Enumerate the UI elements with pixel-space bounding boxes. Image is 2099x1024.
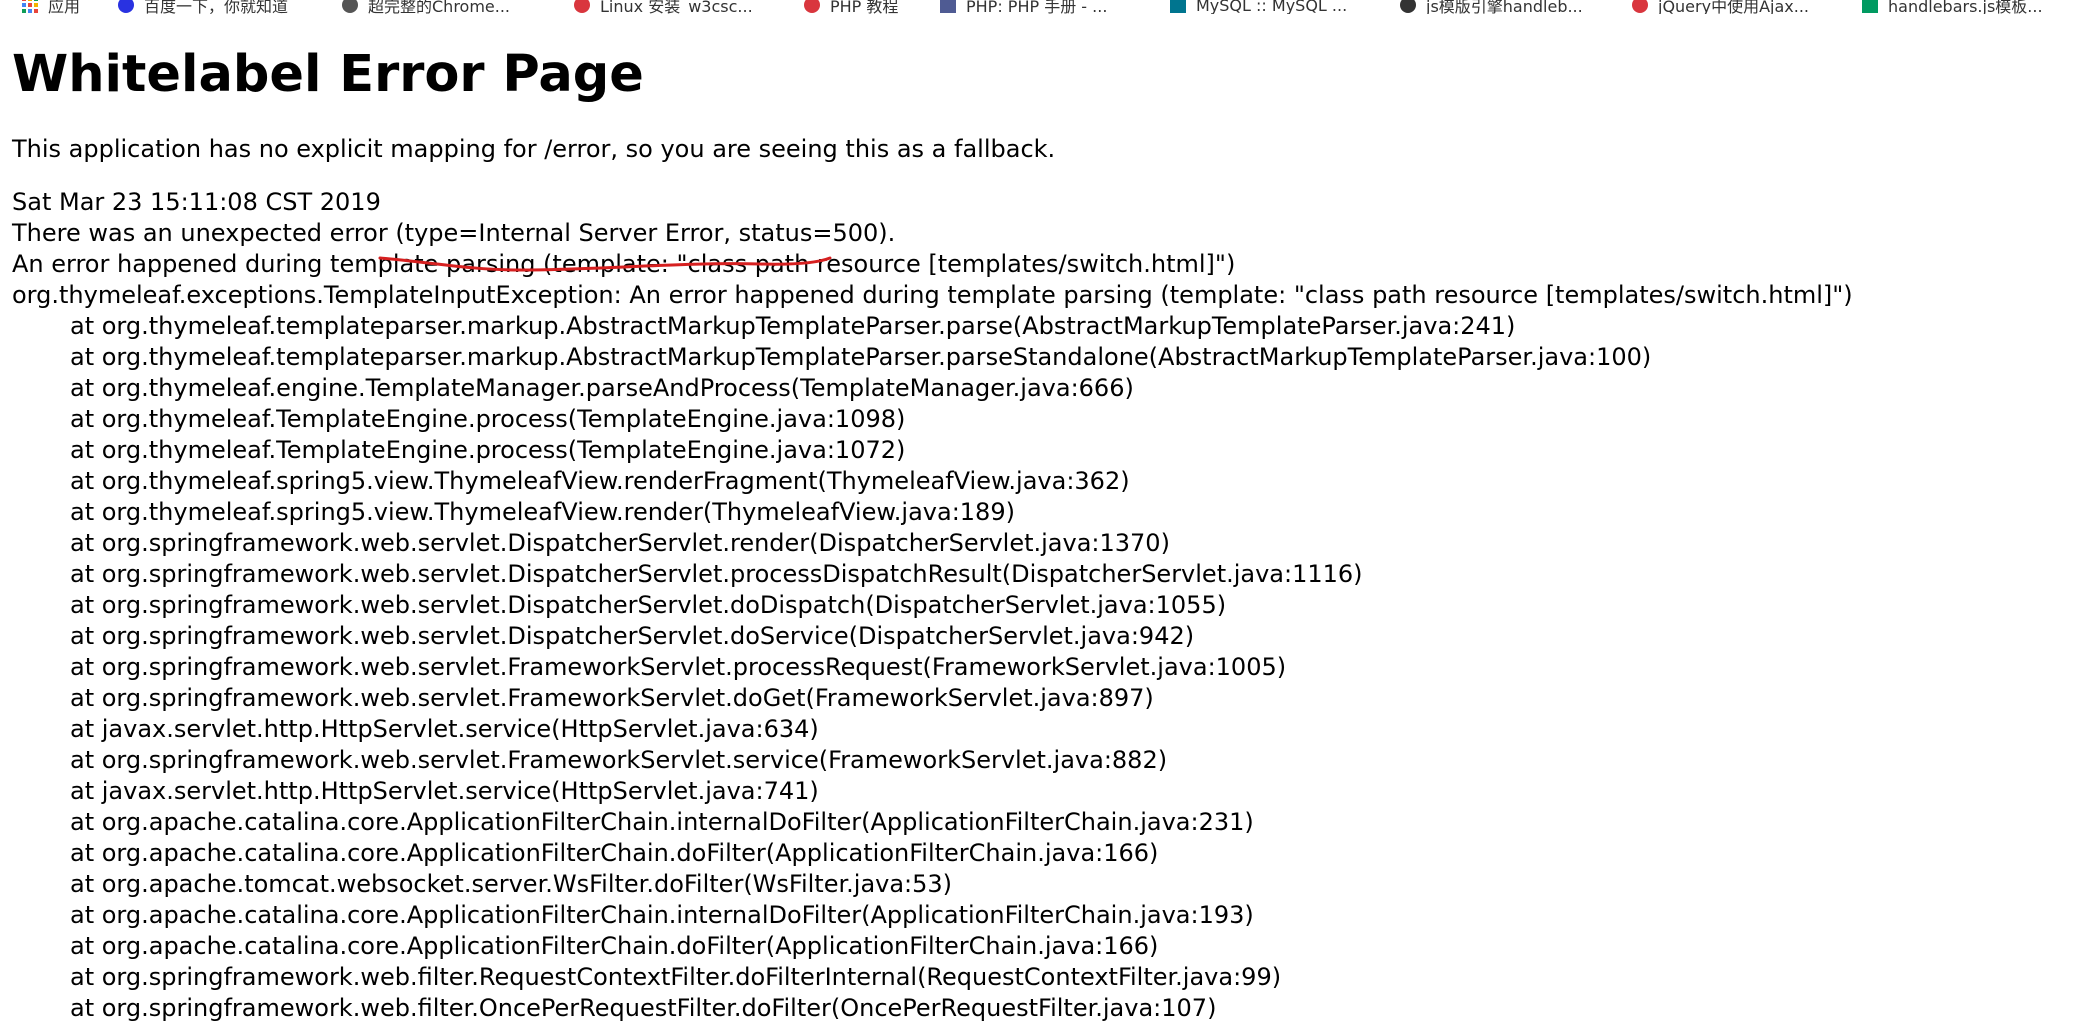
bookmark-php-tutorial[interactable]: PHP 教程 bbox=[804, 0, 898, 14]
error-summary: There was an unexpected error (type=Inte… bbox=[12, 219, 896, 247]
mysql-icon bbox=[1170, 0, 1186, 13]
fallback-message: This application has no explicit mapping… bbox=[12, 135, 1056, 163]
stack-trace-line: at org.springframework.web.servlet.Frame… bbox=[70, 746, 1168, 774]
stack-trace-line: at org.thymeleaf.engine.TemplateManager.… bbox=[70, 374, 1134, 402]
stack-trace-line: at org.springframework.web.servlet.Frame… bbox=[70, 684, 1154, 712]
stack-trace-line: at org.springframework.web.filter.Reques… bbox=[70, 963, 1282, 991]
php-icon bbox=[940, 0, 956, 13]
bookmark-linux-install[interactable]: Linux 安装_w3csc... bbox=[574, 0, 753, 14]
bookmark-php-manual[interactable]: PHP: PHP 手册 - ... bbox=[940, 0, 1107, 14]
bookmark-label: 百度一下，你就知道 bbox=[144, 0, 289, 14]
bookmark-label: 超完整的Chrome... bbox=[368, 0, 511, 14]
error-timestamp: Sat Mar 23 15:11:08 CST 2019 bbox=[12, 188, 381, 216]
bookmark-label: MySQL :: MySQL ... bbox=[1196, 0, 1348, 14]
stack-trace-line: at org.thymeleaf.TemplateEngine.process(… bbox=[70, 405, 906, 433]
stack-trace-line: at org.thymeleaf.spring5.view.ThymeleafV… bbox=[70, 498, 1015, 526]
bookmark-apps[interactable]: 应用 bbox=[22, 0, 80, 14]
stack-trace-line: at org.springframework.web.servlet.Dispa… bbox=[70, 591, 1227, 619]
bookmark-baidu[interactable]: 百度一下，你就知道 bbox=[118, 0, 288, 14]
bookmark-label: 应用 bbox=[48, 0, 81, 14]
bookmark-chrome-guide[interactable]: 超完整的Chrome... bbox=[342, 0, 510, 14]
error-page: Whitelabel Error Page This application h… bbox=[12, 30, 2092, 1024]
stack-trace-line: at org.springframework.web.servlet.Dispa… bbox=[70, 529, 1170, 557]
stack-trace-line: at org.apache.catalina.core.ApplicationF… bbox=[70, 839, 1159, 867]
bookmarks-bar: 应用 百度一下，你就知道 超完整的Chrome... Linux 安装_w3cs… bbox=[0, 0, 2099, 14]
github-icon bbox=[1400, 0, 1416, 13]
stack-trace-line: at org.springframework.web.servlet.Dispa… bbox=[70, 622, 1195, 650]
error-detail: An error happened during template parsin… bbox=[12, 250, 1236, 278]
bookmark-label: jQuery中使用Ajax... bbox=[1658, 0, 1809, 14]
stack-trace-line: at org.apache.catalina.core.ApplicationF… bbox=[70, 808, 1254, 836]
stack-trace-line: at org.thymeleaf.templateparser.markup.A… bbox=[70, 343, 1652, 371]
stack-trace-line: at org.apache.catalina.core.ApplicationF… bbox=[70, 901, 1254, 929]
bookmark-label: PHP: PHP 手册 - ... bbox=[966, 0, 1108, 14]
stack-trace-line: at org.apache.catalina.core.ApplicationF… bbox=[70, 932, 1159, 960]
error-details: Sat Mar 23 15:11:08 CST 2019 There was a… bbox=[12, 187, 2092, 1024]
stack-trace-line: at javax.servlet.http.HttpServlet.servic… bbox=[70, 777, 819, 805]
page-title: Whitelabel Error Page bbox=[12, 45, 644, 104]
stack-trace: at org.thymeleaf.templateparser.markup.A… bbox=[12, 311, 2092, 1024]
bookmark-mysql[interactable]: MySQL :: MySQL ... bbox=[1170, 0, 1347, 14]
bookmark-label: handlebars.js模板... bbox=[1888, 0, 2043, 14]
w3c-owl-icon bbox=[1632, 0, 1648, 13]
apps-grid-icon bbox=[22, 0, 38, 13]
baidu-paw-icon bbox=[118, 0, 134, 13]
bookmark-label: js模版引擎handleb... bbox=[1426, 0, 1583, 14]
stack-trace-line: at org.springframework.web.servlet.Frame… bbox=[70, 653, 1287, 681]
leaf-icon bbox=[342, 0, 358, 13]
w3c-owl-icon bbox=[574, 0, 590, 13]
bookmark-handlebars-template[interactable]: handlebars.js模板... bbox=[1862, 0, 2043, 14]
runoob-icon bbox=[804, 0, 820, 13]
stack-trace-line: at org.springframework.web.filter.OncePe… bbox=[70, 994, 1217, 1022]
bookmark-handlebars-engine[interactable]: js模版引擎handleb... bbox=[1400, 0, 1583, 14]
stack-trace-line: at org.springframework.web.servlet.Dispa… bbox=[70, 560, 1363, 588]
bookmark-jquery-ajax[interactable]: jQuery中使用Ajax... bbox=[1632, 0, 1809, 14]
bookmark-label: PHP 教程 bbox=[830, 0, 899, 14]
stack-trace-line: at org.apache.tomcat.websocket.server.Ws… bbox=[70, 870, 953, 898]
stack-trace-line: at org.thymeleaf.TemplateEngine.process(… bbox=[70, 436, 906, 464]
segmentfault-icon bbox=[1862, 0, 1878, 13]
exception-line: org.thymeleaf.exceptions.TemplateInputEx… bbox=[12, 281, 1853, 309]
stack-trace-line: at javax.servlet.http.HttpServlet.servic… bbox=[70, 715, 819, 743]
stack-trace-line: at org.thymeleaf.templateparser.markup.A… bbox=[70, 312, 1516, 340]
bookmark-label: Linux 安装_w3csc... bbox=[600, 0, 753, 14]
stack-trace-line: at org.thymeleaf.spring5.view.ThymeleafV… bbox=[70, 467, 1130, 495]
